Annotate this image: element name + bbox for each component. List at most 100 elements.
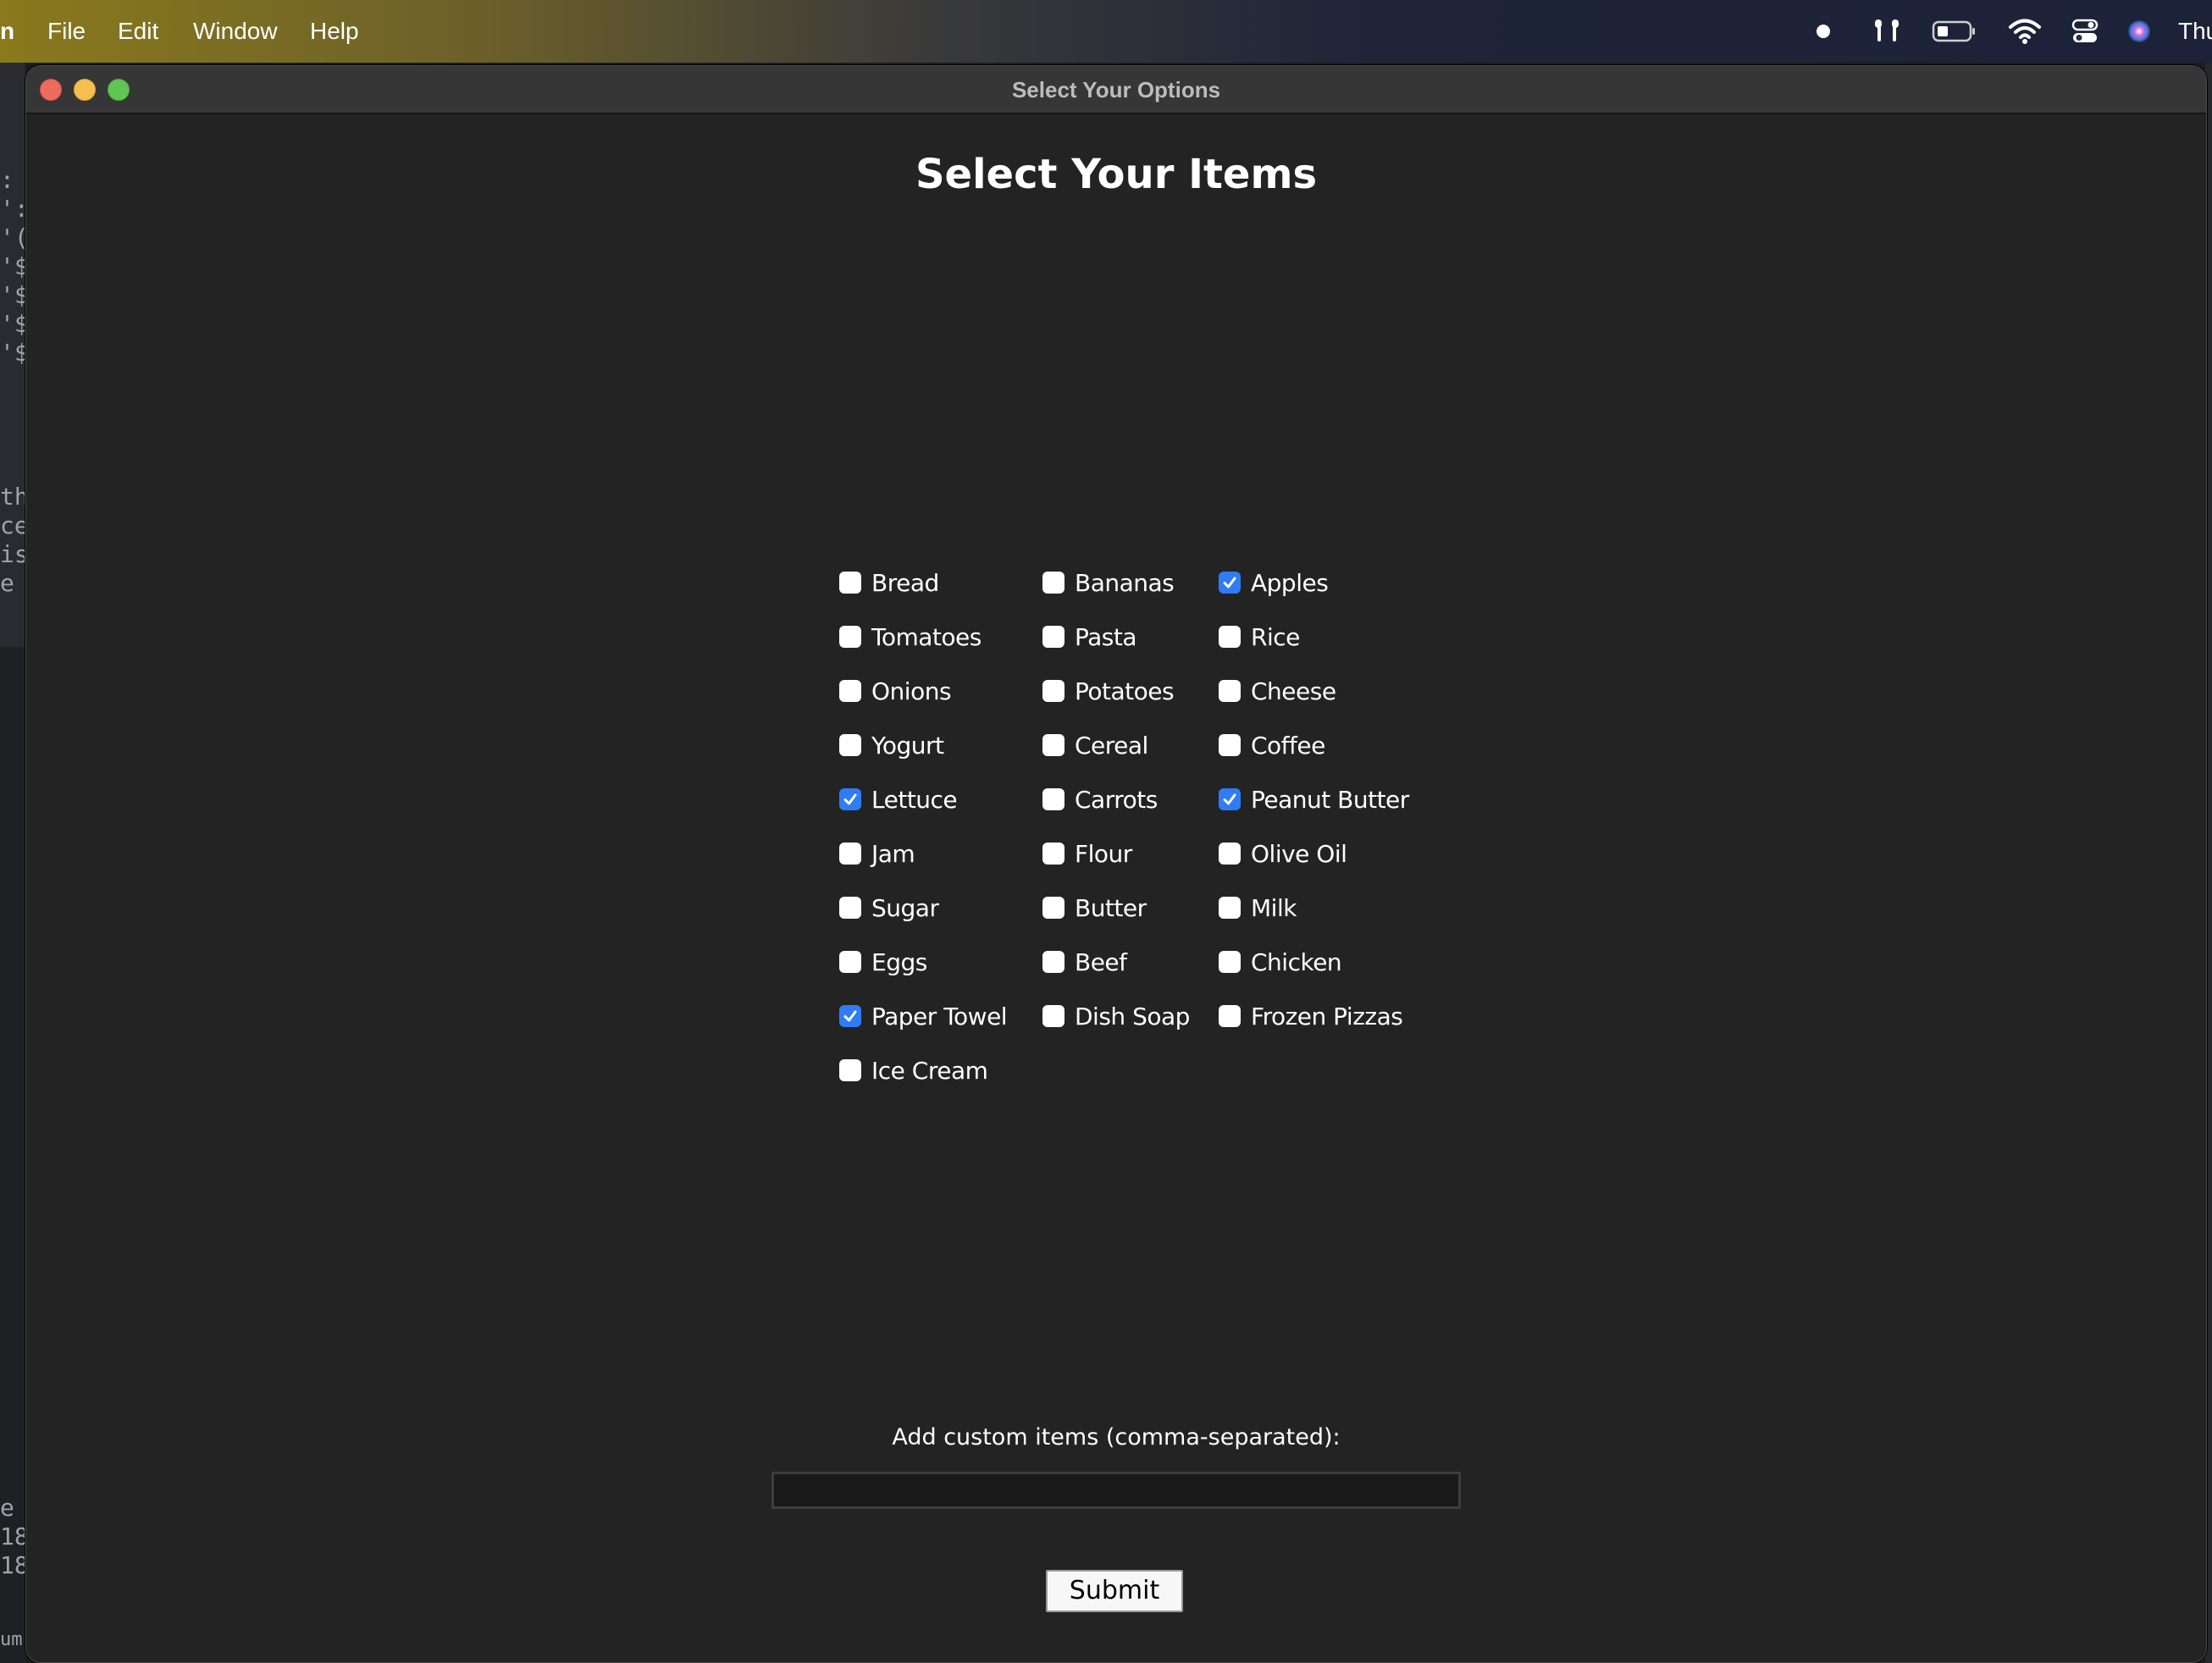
checkbox-item-carrots[interactable]: Carrots [1042, 782, 1158, 816]
checkbox-unchecked[interactable] [839, 734, 861, 756]
checkbox-checked[interactable] [839, 788, 861, 810]
checkbox-unchecked[interactable] [839, 626, 861, 648]
background-terminal-upper: : ': '( '$ '$ '$ '$ th ce is e [0, 63, 25, 647]
bg-text-line: is [0, 540, 25, 568]
menu-clock[interactable]: Thu [2178, 17, 2212, 46]
checkbox-item-chicken[interactable]: Chicken [1219, 945, 1342, 979]
bg-text-line: e [0, 569, 14, 597]
window-title: Select Your Options [1011, 77, 1221, 102]
menu-help[interactable]: Help [310, 17, 359, 46]
checkbox-item-flour[interactable]: Flour [1042, 837, 1132, 870]
checkbox-unchecked[interactable] [1219, 843, 1241, 865]
checkbox-unchecked[interactable] [1042, 843, 1065, 865]
checkbox-item-coffee[interactable]: Coffee [1219, 728, 1325, 762]
checkbox-label: Coffee [1251, 731, 1325, 760]
checkbox-item-cheese[interactable]: Cheese [1219, 674, 1336, 708]
checkbox-unchecked[interactable] [1219, 951, 1241, 973]
checkbox-unchecked[interactable] [1042, 951, 1065, 973]
checkbox-label: Jam [871, 839, 915, 868]
checkbox-label: Lettuce [871, 785, 958, 814]
checkbox-item-dish-soap[interactable]: Dish Soap [1042, 999, 1190, 1033]
checkbox-item-beef[interactable]: Beef [1042, 945, 1127, 979]
checkbox-unchecked[interactable] [839, 572, 861, 594]
checkbox-label: Yogurt [871, 731, 944, 760]
checkbox-unchecked[interactable] [1219, 626, 1241, 648]
checkbox-unchecked[interactable] [839, 951, 861, 973]
checkbox-checked[interactable] [839, 1005, 861, 1027]
control-center-icon[interactable] [2070, 15, 2100, 47]
checkbox-item-rice[interactable]: Rice [1219, 620, 1300, 654]
checkbox-unchecked[interactable] [839, 680, 861, 702]
bg-text-line: th [0, 483, 25, 511]
checkbox-label: Olive Oil [1251, 839, 1347, 868]
checkbox-unchecked[interactable] [1219, 680, 1241, 702]
record-dot-icon[interactable] [1812, 15, 1834, 47]
checkbox-unchecked[interactable] [1219, 1005, 1241, 1027]
checkbox-item-milk[interactable]: Milk [1219, 891, 1297, 925]
checkbox-label: Eggs [871, 948, 927, 976]
checkbox-label: Apples [1251, 568, 1329, 597]
checkbox-item-eggs[interactable]: Eggs [839, 945, 927, 979]
checkbox-unchecked[interactable] [1219, 897, 1241, 919]
checkbox-label: Bananas [1075, 568, 1175, 597]
checkbox-unchecked[interactable] [1042, 572, 1065, 594]
checkbox-item-potatoes[interactable]: Potatoes [1042, 674, 1175, 708]
checkbox-label: Carrots [1075, 785, 1158, 814]
checkbox-unchecked[interactable] [839, 897, 861, 919]
checkbox-item-tomatoes[interactable]: Tomatoes [839, 620, 982, 654]
checkbox-label: Bread [871, 568, 939, 597]
checkbox-item-olive-oil[interactable]: Olive Oil [1219, 837, 1347, 870]
checkbox-unchecked[interactable] [1042, 626, 1065, 648]
checkbox-item-cereal[interactable]: Cereal [1042, 728, 1148, 762]
checkbox-unchecked[interactable] [1042, 897, 1065, 919]
checkbox-item-bread[interactable]: Bread [839, 566, 939, 599]
checkbox-label: Dish Soap [1075, 1002, 1190, 1030]
app-menu[interactable]: n [0, 17, 14, 46]
checkbox-unchecked[interactable] [1042, 1005, 1065, 1027]
siri-icon[interactable] [2124, 15, 2154, 47]
battery-icon[interactable] [1931, 15, 1978, 47]
checkbox-item-frozen-pizzas[interactable]: Frozen Pizzas [1219, 999, 1403, 1033]
menu-edit[interactable]: Edit [118, 17, 158, 46]
checkbox-item-bananas[interactable]: Bananas [1042, 566, 1175, 599]
checkbox-checked[interactable] [1219, 572, 1241, 594]
checkbox-item-peanut-butter[interactable]: Peanut Butter [1219, 782, 1409, 816]
custom-items-input[interactable] [771, 1472, 1461, 1509]
checkmark-icon [843, 1010, 857, 1022]
airpods-icon[interactable] [1868, 15, 1905, 47]
submit-button[interactable]: Submit [1046, 1570, 1183, 1612]
checkbox-unchecked[interactable] [1042, 734, 1065, 756]
checkbox-item-ice-cream[interactable]: Ice Cream [839, 1053, 988, 1087]
wifi-icon[interactable] [2007, 15, 2043, 47]
checkbox-item-sugar[interactable]: Sugar [839, 891, 939, 925]
title-bar[interactable]: Select Your Options [26, 66, 2206, 114]
checkbox-item-jam[interactable]: Jam [839, 837, 915, 870]
bg-text-line: '$ [0, 252, 25, 280]
checkbox-unchecked[interactable] [839, 1059, 861, 1081]
checkbox-item-pasta[interactable]: Pasta [1042, 620, 1137, 654]
checkbox-label: Onions [871, 677, 952, 705]
checkbox-label: Chicken [1251, 948, 1342, 976]
checkbox-checked[interactable] [1219, 788, 1241, 810]
checkbox-label: Beef [1075, 948, 1127, 976]
checkbox-label: Ice Cream [871, 1056, 988, 1085]
checkbox-unchecked[interactable] [1042, 788, 1065, 810]
checkbox-unchecked[interactable] [1219, 734, 1241, 756]
menu-file[interactable]: File [47, 17, 86, 46]
bg-text-line: : [0, 166, 14, 194]
background-terminal-lower: e 18 18 um [0, 647, 25, 1663]
bg-text-line: 18 [0, 1522, 25, 1550]
checkbox-unchecked[interactable] [839, 843, 861, 865]
checkbox-label: Milk [1251, 893, 1297, 922]
checkbox-item-yogurt[interactable]: Yogurt [839, 728, 944, 762]
checkbox-item-paper-towel[interactable]: Paper Towel [839, 999, 1008, 1033]
checkbox-unchecked[interactable] [1042, 680, 1065, 702]
checkbox-item-lettuce[interactable]: Lettuce [839, 782, 958, 816]
checkbox-item-butter[interactable]: Butter [1042, 891, 1147, 925]
menu-window[interactable]: Window [193, 17, 278, 46]
checkbox-item-apples[interactable]: Apples [1219, 566, 1329, 599]
checkbox-item-onions[interactable]: Onions [839, 674, 952, 708]
menu-bar: n File Edit Window Help Th [0, 0, 2212, 63]
bg-text-line: '( [0, 224, 25, 251]
checkmark-icon [1223, 793, 1236, 805]
